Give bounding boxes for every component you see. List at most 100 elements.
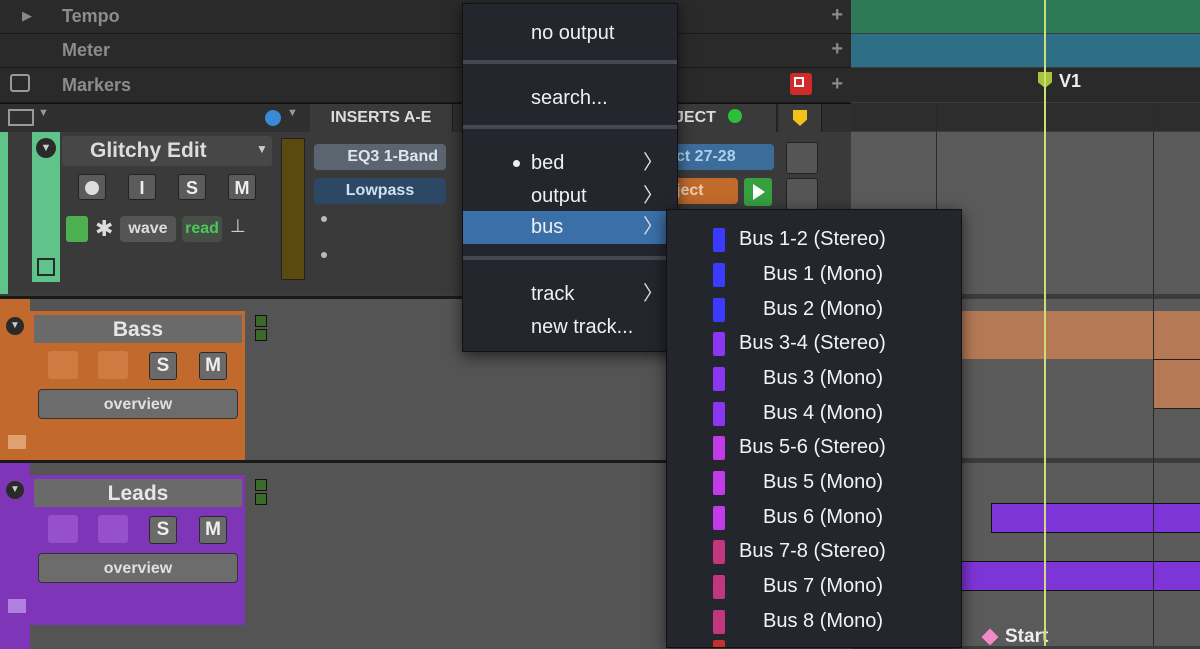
- marker-column-header[interactable]: [779, 104, 822, 132]
- track-name: Glitchy Edit: [90, 139, 207, 162]
- view-selector[interactable]: overview: [38, 553, 238, 583]
- pie-chart-icon[interactable]: [265, 110, 281, 126]
- bus-item[interactable]: Bus 7-8 (Stereo): [667, 534, 961, 568]
- chevron-right-icon: 〉: [643, 152, 663, 174]
- leads-clip[interactable]: [991, 503, 1200, 533]
- bus-color-swatch: [713, 367, 725, 391]
- automation-icon[interactable]: [37, 258, 55, 276]
- bus-color-swatch: [713, 436, 725, 460]
- meter-led-icon: [255, 493, 267, 505]
- meter-led-icon: [255, 329, 267, 341]
- dropdown-arrow-icon[interactable]: ▼: [287, 107, 298, 119]
- add-marker-icon[interactable]: +: [831, 73, 843, 96]
- mute-button[interactable]: M: [199, 516, 227, 544]
- bus-item[interactable]: Bus 6 (Mono): [667, 500, 961, 534]
- bus-item[interactable]: Bus 5 (Mono): [667, 465, 961, 499]
- tempo-ruler-label: Tempo: [62, 6, 120, 26]
- solo-button[interactable]: S: [178, 174, 206, 200]
- menu-item-bus[interactable]: bus 〉: [463, 211, 677, 244]
- bus-item[interactable]: Bus 3 (Mono): [667, 361, 961, 395]
- grid-line: [1153, 103, 1154, 646]
- menu-separator: [463, 256, 677, 260]
- dropdown-arrow-icon[interactable]: ▼: [256, 142, 268, 156]
- track-name-box[interactable]: Bass: [34, 315, 242, 343]
- bus-item[interactable]: Bus 8 (Mono): [667, 604, 961, 638]
- marker-diamond-icon[interactable]: [981, 628, 999, 646]
- solo-button[interactable]: S: [149, 516, 177, 544]
- bus-item[interactable]: Bus 7 (Mono): [667, 569, 961, 603]
- play-object-icon[interactable]: [744, 178, 772, 206]
- track-name: Leads: [107, 482, 169, 505]
- track-header-row: ▼ ▼ INSERTS A-E JECT: [0, 103, 851, 133]
- bus-color-swatch: [713, 540, 725, 564]
- menu-item-output[interactable]: output 〉: [463, 181, 677, 211]
- automation-mode-selector[interactable]: read: [182, 216, 222, 242]
- bus-color-swatch: [713, 471, 725, 495]
- input-monitor-button[interactable]: [98, 351, 128, 379]
- view-selector[interactable]: wave: [120, 216, 176, 242]
- track-name-box[interactable]: Leads: [34, 479, 242, 507]
- dropdown-arrow-icon[interactable]: ▼: [38, 107, 49, 119]
- bass-clip[interactable]: [1153, 359, 1200, 409]
- bus-item[interactable]: Bus 2 (Mono): [667, 292, 961, 326]
- track-color-strip: ▼: [0, 463, 30, 649]
- bus-item[interactable]: Bus 5-6 (Stereo): [667, 430, 961, 464]
- markers-ruler-label: Markers: [62, 75, 132, 95]
- menu-item-bed[interactable]: bed 〉: [463, 148, 677, 178]
- object-button-icon[interactable]: [786, 142, 818, 174]
- bus-item[interactable]: Bus 4 (Mono): [667, 396, 961, 430]
- menu-item-no-output[interactable]: no output: [463, 18, 677, 48]
- columns-icon[interactable]: [8, 109, 34, 126]
- bus-item[interactable]: Bus 3-4 (Stereo): [667, 326, 961, 360]
- mute-button[interactable]: M: [199, 352, 227, 380]
- selected-dot-icon: [513, 160, 520, 167]
- playhead[interactable]: [1044, 0, 1046, 646]
- folder-icon: [8, 599, 26, 613]
- level-meter: [281, 138, 305, 280]
- comments-icon[interactable]: [10, 74, 30, 92]
- meter-ruler: Meter +: [0, 34, 851, 68]
- view-selector[interactable]: overview: [38, 389, 238, 419]
- output-selector[interactable]: ct 27-28: [666, 144, 774, 170]
- bus-color-swatch: [713, 228, 725, 252]
- meter-ruler-label: Meter: [62, 40, 111, 60]
- comment-icon[interactable]: [786, 178, 818, 210]
- menu-item-new-track[interactable]: new track...: [463, 312, 677, 342]
- object-header[interactable]: JECT: [665, 104, 777, 132]
- mute-button[interactable]: M: [228, 174, 256, 200]
- insert-slot-c[interactable]: [321, 216, 327, 222]
- chevron-right-icon: 〉: [643, 283, 663, 305]
- track-menu-icon[interactable]: ▼: [6, 481, 24, 499]
- chevron-right-icon: 〉: [643, 216, 663, 238]
- input-monitor-button[interactable]: [98, 515, 128, 543]
- expand-triangle-icon[interactable]: ▶: [22, 8, 32, 24]
- track-name-box[interactable]: Glitchy Edit ▼: [62, 136, 272, 166]
- asterisk-icon[interactable]: ✱: [95, 216, 113, 242]
- pitch-fork-icon[interactable]: ⊥: [230, 216, 246, 237]
- metronome-icon[interactable]: [66, 216, 88, 242]
- bus-item[interactable]: Bus 1-2 (Stereo): [667, 222, 961, 256]
- folder-icon: [8, 435, 26, 449]
- insert-slot-d[interactable]: [321, 252, 327, 258]
- menu-separator: [463, 60, 677, 64]
- record-arm-button[interactable]: [78, 174, 106, 200]
- input-monitor-button[interactable]: I: [128, 174, 156, 200]
- timeline-grid-header: [851, 103, 1200, 131]
- insert-slot-b[interactable]: Lowpass: [314, 178, 446, 204]
- solo-button[interactable]: S: [149, 352, 177, 380]
- chevron-right-icon: 〉: [643, 185, 663, 207]
- record-arm-button[interactable]: [48, 515, 78, 543]
- record-arm-button[interactable]: [48, 351, 78, 379]
- marker-shield-icon: [793, 110, 807, 126]
- track-name: Bass: [112, 318, 164, 341]
- track-menu-icon[interactable]: ▼: [6, 317, 24, 335]
- marker-record-icon[interactable]: [790, 73, 812, 95]
- bus-item[interactable]: Bus 1 (Mono): [667, 257, 961, 291]
- menu-item-track[interactable]: track 〉: [463, 279, 677, 309]
- add-tempo-icon[interactable]: +: [831, 4, 843, 27]
- track-menu-icon[interactable]: ▼: [36, 138, 56, 158]
- menu-item-search[interactable]: search...: [463, 83, 677, 113]
- inserts-header[interactable]: INSERTS A-E: [310, 104, 453, 132]
- add-meter-icon[interactable]: +: [831, 38, 843, 61]
- insert-slot-a[interactable]: EQ3 1-Band: [314, 144, 446, 170]
